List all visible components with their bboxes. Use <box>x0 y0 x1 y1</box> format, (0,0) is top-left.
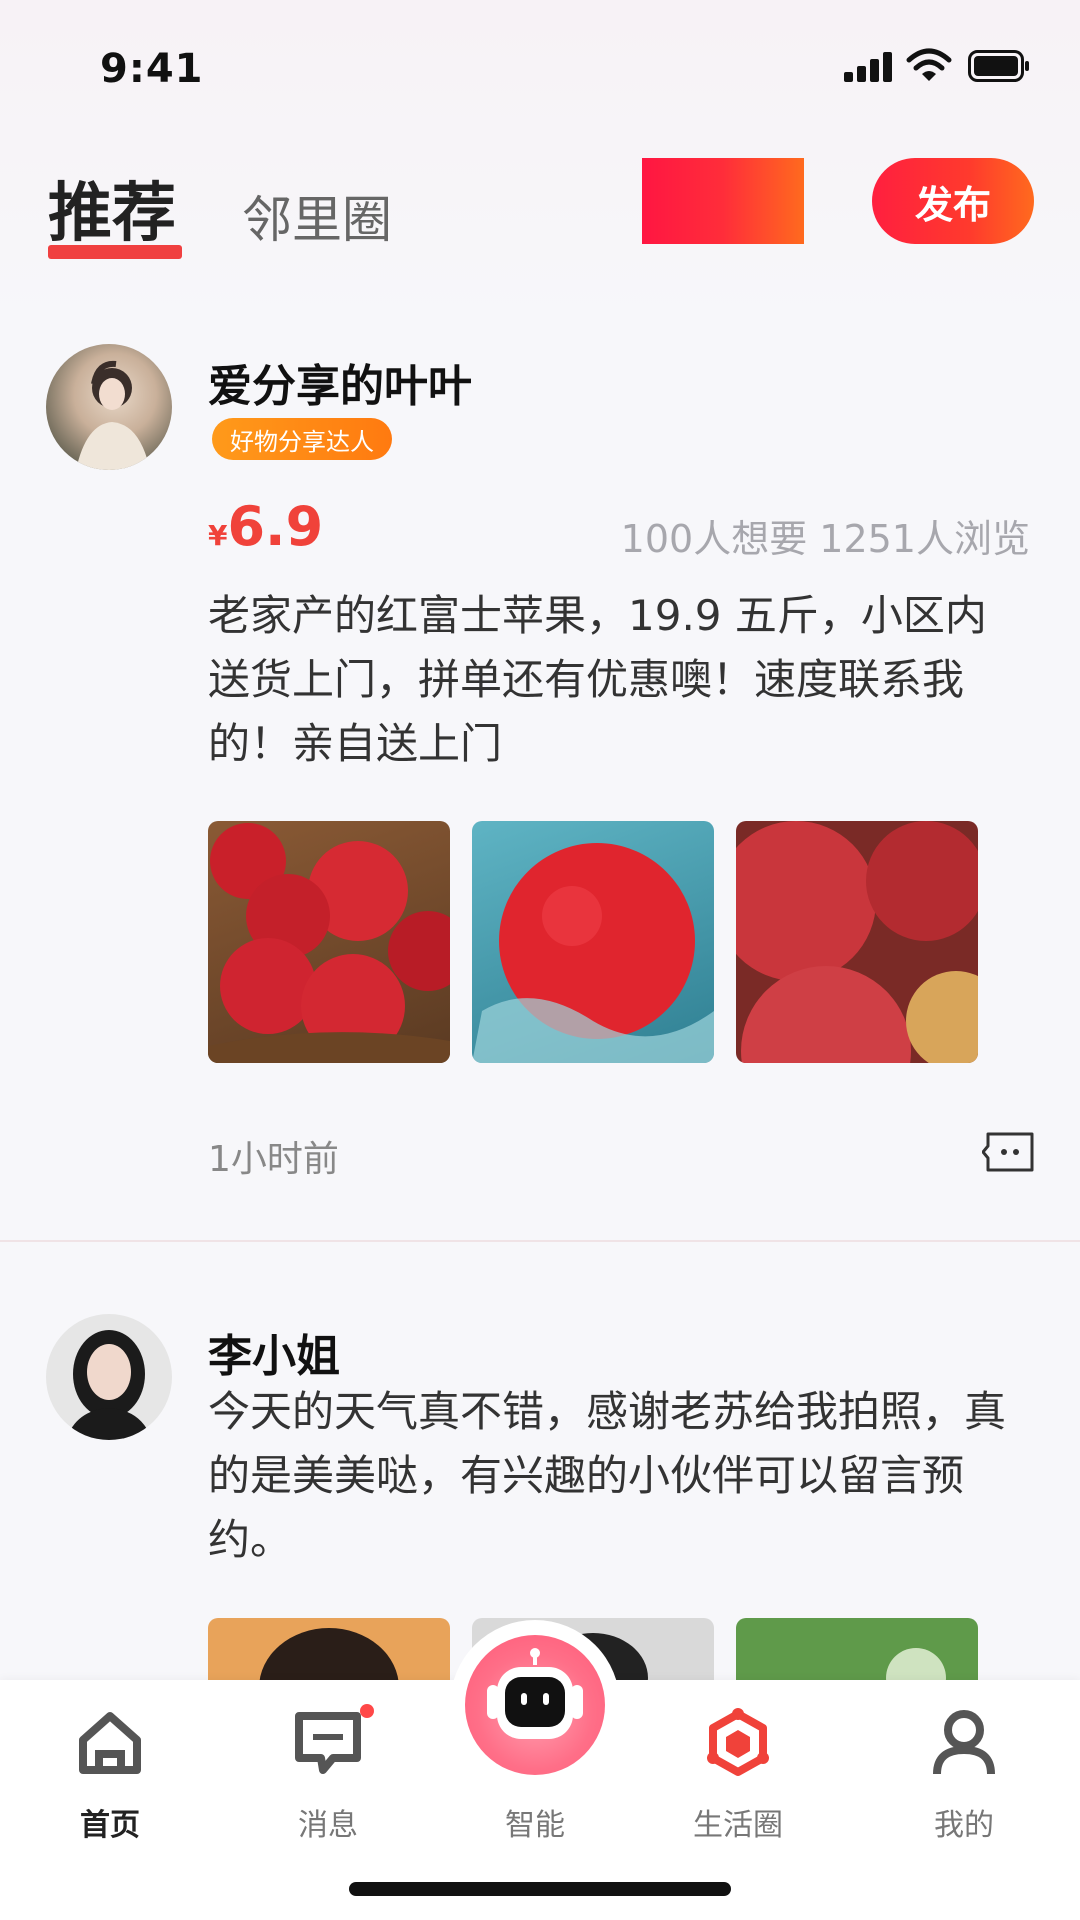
tab-life-circle[interactable]: 生活圈 <box>668 1700 808 1843</box>
tab-label: 消息 <box>298 1808 358 1843</box>
apples-closeup <box>736 821 978 1063</box>
notification-dot <box>360 1704 374 1718</box>
post-image[interactable] <box>736 821 978 1063</box>
message-icon <box>295 1712 361 1774</box>
ai-assistant-button[interactable] <box>450 1620 620 1790</box>
life-circle-icon <box>707 1708 769 1776</box>
ai-button-bg <box>465 1635 605 1775</box>
status-bar: 9:41 <box>0 0 1080 140</box>
tab-label: 生活圈 <box>693 1808 783 1843</box>
avatar[interactable] <box>46 344 172 470</box>
tab-recommend[interactable]: 推荐 <box>48 162 176 254</box>
user-icon <box>933 1710 995 1775</box>
apple-splash <box>472 843 714 1063</box>
post-username[interactable]: 爱分享的叶叶 <box>208 350 472 414</box>
signal-icon <box>844 52 896 82</box>
user-badge: 好物分享达人 <box>212 418 392 460</box>
wifi-icon <box>906 48 952 81</box>
post-images <box>208 821 978 1063</box>
post-divider <box>0 1240 1080 1242</box>
avatar-photo <box>76 360 150 470</box>
post-time: 1小时前 <box>208 1139 339 1180</box>
comment-icon[interactable] <box>982 1130 1036 1174</box>
post-text: 今天的天气真不错，感谢老苏给我拍照，真的是美美哒，有兴趣的小伙伴可以留言预约。 <box>208 1387 1007 1564</box>
post-text: 老家产的红富士苹果，19.9 五斤，小区内送货上门，拼单还有优惠噢！速度联系我的… <box>208 591 987 768</box>
feed-post[interactable]: 爱分享的叶叶 好物分享达人 ¥6.9 100人想要 1251人浏览 老家产的红富… <box>0 340 1080 1240</box>
post-stats: 100人想要 1251人浏览 <box>620 517 1030 561</box>
publish-button[interactable]: 发布 <box>872 158 1034 244</box>
home-icon <box>79 1712 141 1774</box>
tab-label: 首页 <box>80 1808 140 1843</box>
tab-home[interactable]: 首页 <box>40 1700 180 1843</box>
price-currency: ¥ <box>208 519 228 552</box>
post-image[interactable] <box>208 821 450 1063</box>
post-image[interactable] <box>472 821 714 1063</box>
tab-messages[interactable]: 消息 <box>258 1700 398 1843</box>
avatar[interactable] <box>46 1314 172 1440</box>
header: 推荐 邻里圈 发布 <box>0 150 1080 270</box>
price-value: 6.9 <box>227 495 324 558</box>
post-username[interactable]: 李小姐 <box>208 1320 340 1384</box>
tab-label: 我的 <box>934 1808 994 1843</box>
tab-neighborhood[interactable]: 邻里圈 <box>242 180 392 252</box>
robot-icon <box>487 1648 583 1739</box>
battery-icon <box>968 50 1029 82</box>
home-indicator <box>349 1882 731 1896</box>
post-price: ¥6.9 <box>208 495 323 558</box>
status-time: 9:41 <box>100 46 204 92</box>
tab-profile[interactable]: 我的 <box>894 1700 1034 1843</box>
apples-in-basket <box>208 823 450 1063</box>
promo-banner[interactable] <box>642 158 804 244</box>
tab-active-indicator <box>48 245 182 259</box>
avatar-photo <box>66 1330 152 1440</box>
tab-label: 智能 <box>505 1808 565 1843</box>
